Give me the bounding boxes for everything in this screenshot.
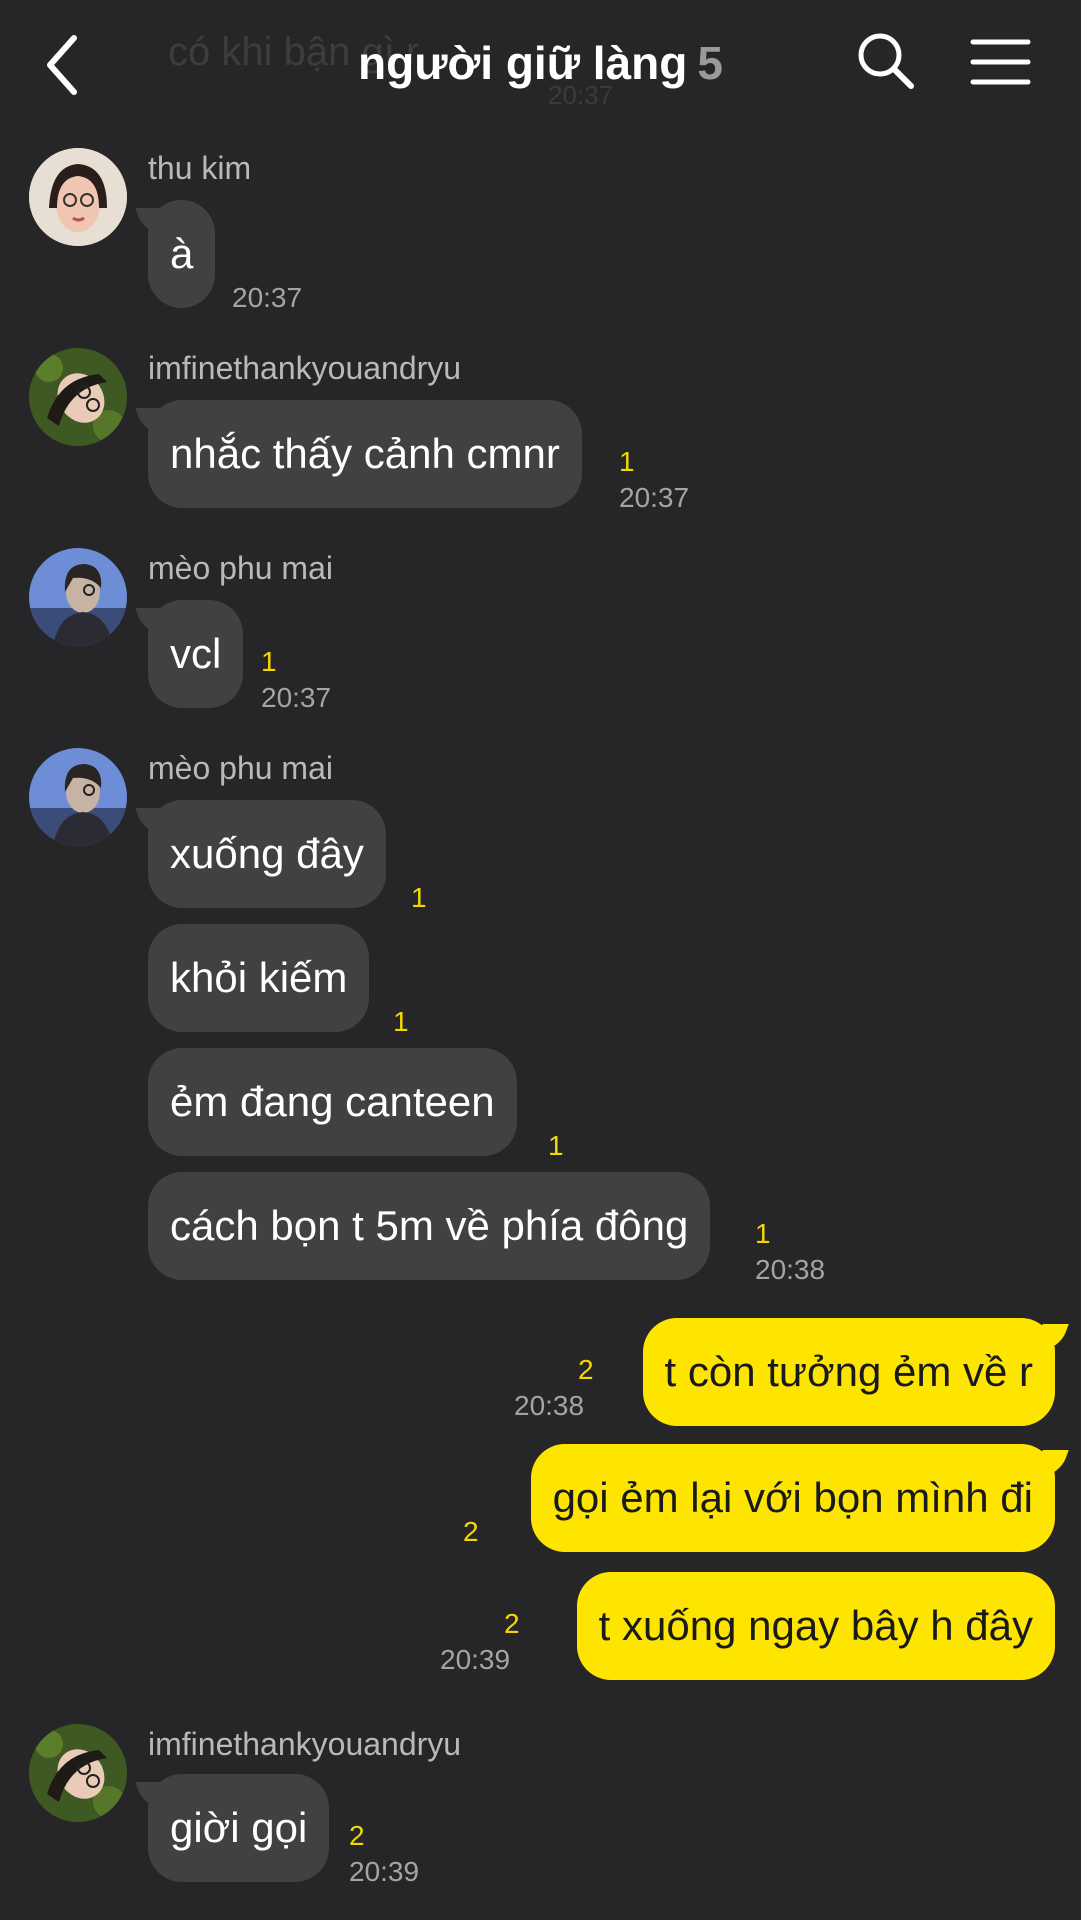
- unread-count: 2: [578, 1354, 594, 1385]
- unread-count: 2: [463, 1516, 479, 1547]
- message-bubble[interactable]: xuống đây: [148, 800, 386, 908]
- message-bubble[interactable]: ẻm đang canteen: [148, 1048, 517, 1156]
- group-name: người giữ làng: [358, 37, 688, 89]
- unread-count: 2: [349, 1820, 365, 1851]
- message-time: 20:37: [261, 682, 332, 713]
- outgoing-message-bubble[interactable]: t còn tưởng ẻm về r: [642, 1318, 1055, 1426]
- sender-name: imfinethankyouandryu: [148, 1726, 462, 1762]
- avatar[interactable]: [29, 148, 127, 246]
- sender-name: mèo phu mai: [148, 550, 333, 586]
- message-bubble[interactable]: à: [148, 200, 216, 308]
- outgoing-message-bubble[interactable]: t xuống ngay bây h đây: [576, 1572, 1055, 1680]
- outgoing-message-bubble[interactable]: gọi ẻm lại với bọn mình đi: [530, 1444, 1055, 1552]
- message-time: 20:37: [232, 282, 303, 313]
- message-bubble[interactable]: khỏi kiếm: [148, 924, 370, 1032]
- avatar[interactable]: [29, 748, 127, 846]
- chat-header: có khi bận gì r 20:37 người giữ làng 5: [0, 0, 1081, 130]
- message-bubble[interactable]: nhắc thấy cảnh cmnr: [148, 400, 582, 508]
- sender-name: imfinethankyouandryu: [148, 350, 462, 386]
- unread-count: 1: [619, 446, 635, 477]
- message-time: 20:39: [349, 1856, 420, 1887]
- hamburger-menu-icon[interactable]: [968, 32, 1034, 92]
- message-bubble[interactable]: cách bọn t 5m về phía đông: [148, 1172, 711, 1280]
- avatar[interactable]: [29, 1724, 127, 1822]
- message-time: 20:38: [514, 1390, 585, 1421]
- chat-title: người giữ làng 5: [0, 36, 1081, 90]
- unread-count: 1: [393, 1006, 409, 1037]
- message-time: 20:38: [755, 1254, 826, 1285]
- sender-name: mèo phu mai: [148, 750, 333, 786]
- message-time: 20:39: [440, 1644, 511, 1675]
- sender-name: thu kim: [148, 150, 252, 186]
- unread-count: 1: [755, 1218, 771, 1249]
- message-bubble[interactable]: giời gọi: [148, 1774, 330, 1882]
- message-bubble[interactable]: vcl: [148, 600, 244, 708]
- search-icon[interactable]: [855, 30, 917, 92]
- member-count: 5: [697, 37, 723, 89]
- avatar[interactable]: [29, 348, 127, 446]
- message-time: 20:37: [619, 482, 690, 513]
- unread-count: 1: [261, 646, 277, 677]
- unread-count: 2: [504, 1608, 520, 1639]
- unread-count: 1: [411, 882, 427, 913]
- avatar[interactable]: [29, 548, 127, 646]
- unread-count: 1: [548, 1130, 564, 1161]
